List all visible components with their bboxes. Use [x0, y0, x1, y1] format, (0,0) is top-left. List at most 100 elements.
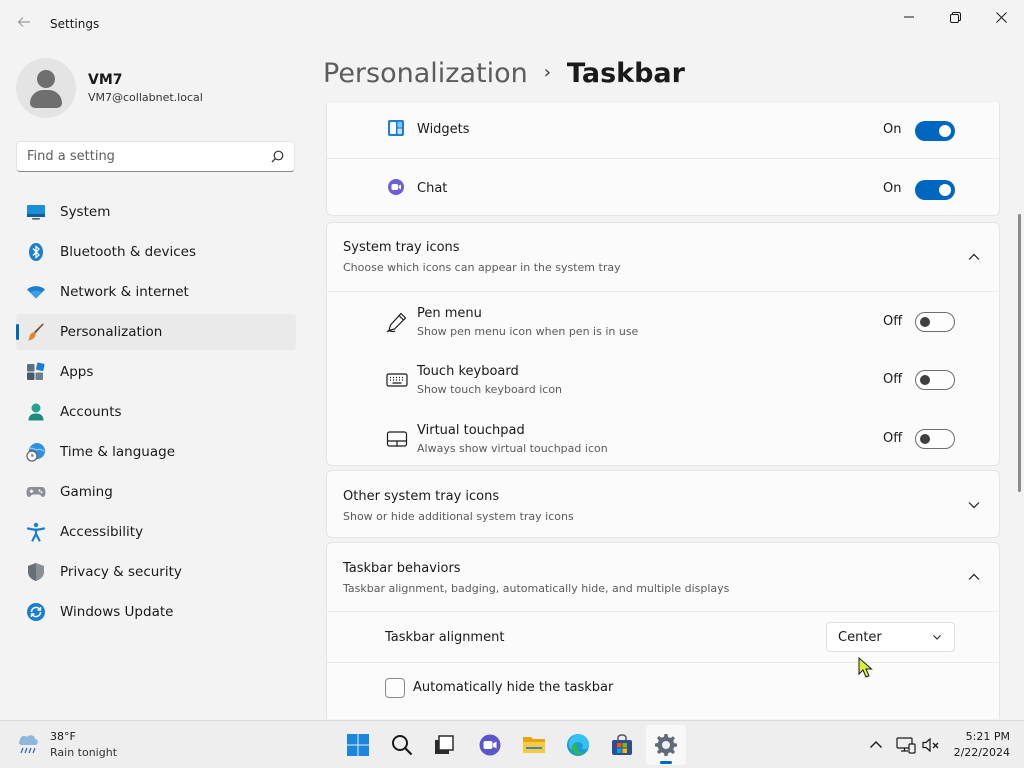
- gamepad-icon: [26, 487, 46, 497]
- system-tray-title: System tray icons: [343, 240, 460, 255]
- pen-menu-toggle[interactable]: [915, 312, 955, 332]
- profile-name: VM7: [88, 72, 123, 88]
- search-input[interactable]: [27, 142, 267, 171]
- setting-row-chat[interactable]: Chat On: [327, 158, 999, 216]
- chat-icon: [388, 179, 404, 195]
- clock-date[interactable]: 2/22/2024: [940, 746, 1010, 759]
- search-icon[interactable]: [271, 150, 284, 163]
- touchpad-icon: [386, 431, 408, 447]
- taskbar-alignment-label: Taskbar alignment: [385, 630, 505, 645]
- mouse-cursor-icon: [858, 657, 873, 678]
- edge-button[interactable]: [558, 725, 598, 765]
- task-view-icon: [435, 735, 454, 754]
- store-button[interactable]: [602, 725, 642, 765]
- store-bag-icon: [612, 734, 632, 755]
- taskbar-items-card: Widgets On Chat On: [326, 103, 1000, 216]
- clock-time[interactable]: 5:21 PM: [940, 730, 1010, 743]
- accounts-icon: [28, 403, 44, 421]
- widgets-toggle[interactable]: [915, 121, 955, 141]
- setting-row-virtual-touchpad[interactable]: Virtual touchpad Always show virtual tou…: [327, 409, 999, 467]
- setting-row-auto-hide[interactable]: Automatically hide the taskbar: [327, 662, 999, 713]
- virtual-touchpad-state: Off: [883, 431, 903, 446]
- close-button[interactable]: [978, 6, 1024, 28]
- sidebar-item-gaming[interactable]: Gaming: [16, 474, 296, 510]
- other-tray-subtitle: Show or hide additional system tray icon…: [343, 510, 574, 523]
- maximize-button[interactable]: [932, 6, 978, 28]
- settings-app-button[interactable]: [646, 725, 686, 765]
- network-monitor-icon[interactable]: [896, 735, 916, 755]
- sidebar-item-privacy-security[interactable]: Privacy & security: [16, 554, 296, 590]
- touch-keyboard-toggle[interactable]: [915, 370, 955, 390]
- sidebar-item-label: Personalization: [60, 324, 163, 340]
- minimize-button[interactable]: [886, 6, 932, 28]
- breadcrumb-parent[interactable]: Personalization: [323, 58, 528, 89]
- chevron-up-icon[interactable]: [967, 250, 981, 264]
- start-button[interactable]: [338, 725, 378, 765]
- weather-description: Rain tonight: [50, 746, 118, 759]
- taskbar-behaviors-header[interactable]: Taskbar behaviors Taskbar alignment, bad…: [327, 543, 999, 610]
- sidebar-item-network[interactable]: Network & internet: [16, 274, 296, 310]
- virtual-touchpad-toggle[interactable]: [915, 429, 955, 449]
- search-box: [16, 141, 295, 172]
- pen-menu-desc: Show pen menu icon when pen is in use: [417, 325, 639, 338]
- page-title: Taskbar: [566, 58, 685, 89]
- other-tray-title: Other system tray icons: [343, 489, 500, 504]
- sidebar-item-windows-update[interactable]: Windows Update: [16, 594, 296, 630]
- user-profile[interactable]: VM7 VM7@collabnet.local: [16, 58, 306, 118]
- setting-row-widgets[interactable]: Widgets On: [327, 103, 999, 157]
- keyboard-icon: [386, 373, 408, 387]
- taskbar: 38°F Rain tonight 5:21 PM 2/22/2024: [0, 720, 1024, 768]
- setting-row-pen-menu[interactable]: Pen menu Show pen menu icon when pen is …: [327, 291, 999, 350]
- chevron-down-icon[interactable]: [967, 498, 981, 512]
- sidebar-item-system[interactable]: System: [16, 194, 296, 230]
- avatar: [16, 58, 76, 118]
- widgets-icon: [388, 120, 404, 136]
- auto-hide-checkbox[interactable]: [385, 678, 405, 698]
- setting-row-touch-keyboard[interactable]: Touch keyboard Show touch keyboard icon …: [327, 350, 999, 409]
- sidebar-item-time-language[interactable]: Time & language: [16, 434, 296, 470]
- edge-browser-icon: [567, 734, 589, 756]
- chat-label: Chat: [417, 181, 448, 196]
- brush-icon: [28, 323, 44, 341]
- other-tray-icons-card[interactable]: Other system tray icons Show or hide add…: [326, 470, 1000, 538]
- teams-chat-button[interactable]: [470, 725, 510, 765]
- file-explorer-button[interactable]: [514, 725, 554, 765]
- taskbar-alignment-dropdown[interactable]: Center: [826, 622, 955, 652]
- wifi-icon: [27, 286, 45, 299]
- touch-keyboard-state: Off: [883, 372, 903, 387]
- globe-clock-icon: [26, 443, 45, 462]
- back-button[interactable]: [14, 14, 34, 34]
- sidebar-item-label: System: [60, 204, 111, 220]
- chevron-up-icon[interactable]: [967, 570, 981, 584]
- system-tray-header[interactable]: System tray icons Choose which icons can…: [327, 223, 999, 290]
- restore-icon: [949, 11, 961, 23]
- sidebar-item-label: Privacy & security: [60, 564, 182, 580]
- taskbar-behaviors-title: Taskbar behaviors: [343, 561, 461, 576]
- virtual-touchpad-label: Virtual touchpad: [417, 423, 525, 438]
- system-tray-subtitle: Choose which icons can appear in the sys…: [343, 261, 621, 274]
- sidebar-item-apps[interactable]: Apps: [16, 354, 296, 390]
- taskbar-search-button[interactable]: [382, 725, 422, 765]
- chat-icon: [479, 734, 501, 756]
- setting-row-taskbar-alignment: Taskbar alignment Center: [327, 611, 999, 662]
- weather-widget[interactable]: 38°F Rain tonight: [16, 729, 136, 761]
- scrollbar-thumb[interactable]: [1018, 214, 1021, 492]
- chat-toggle[interactable]: [915, 180, 955, 200]
- folder-icon: [523, 737, 545, 753]
- taskbar-alignment-value: Center: [838, 630, 882, 645]
- volume-muted-icon[interactable]: [921, 735, 941, 755]
- sidebar-item-label: Accessibility: [60, 524, 144, 540]
- weather-temperature: 38°F: [50, 730, 76, 743]
- sidebar-item-accounts[interactable]: Accounts: [16, 394, 296, 430]
- sidebar-item-label: Network & internet: [60, 284, 189, 300]
- chevron-down-icon: [933, 635, 941, 640]
- arrow-left-icon: [17, 17, 30, 27]
- accessibility-icon: [26, 522, 46, 542]
- show-hidden-icons-chevron-icon[interactable]: [868, 737, 884, 753]
- sidebar-item-accessibility[interactable]: Accessibility: [16, 514, 296, 550]
- sidebar-item-personalization[interactable]: Personalization: [16, 314, 296, 350]
- task-view-button[interactable]: [424, 725, 464, 765]
- title-bar: Settings: [0, 0, 1024, 48]
- sidebar-item-bluetooth[interactable]: Bluetooth & devices: [16, 234, 296, 270]
- app-title: Settings: [50, 17, 100, 31]
